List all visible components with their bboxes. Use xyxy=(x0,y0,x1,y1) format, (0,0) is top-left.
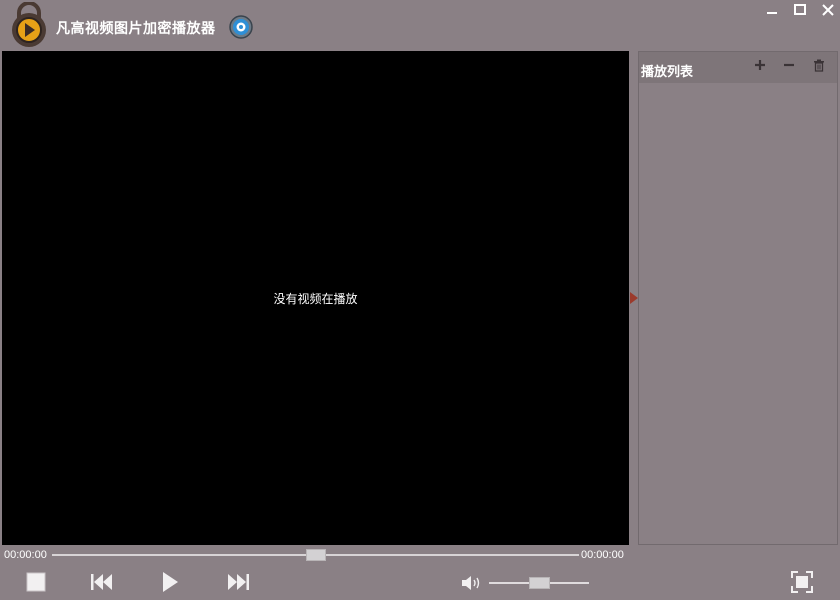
minimize-icon xyxy=(767,12,777,14)
lock-play-logo-icon xyxy=(12,1,46,47)
video-status-text: 没有视频在播放 xyxy=(273,292,358,306)
app-logo xyxy=(8,1,50,48)
fullscreen-button[interactable] xyxy=(791,571,813,593)
remove-from-playlist-button[interactable] xyxy=(780,56,798,74)
minus-icon xyxy=(784,63,794,67)
app-title: 凡高视频图片加密播放器 xyxy=(56,20,216,36)
close-icon xyxy=(822,4,834,16)
skip-forward-icon xyxy=(228,574,249,590)
close-button[interactable] xyxy=(814,0,840,20)
play-button[interactable] xyxy=(160,571,180,593)
plus-icon xyxy=(755,60,765,70)
current-time: 00:00:00 xyxy=(4,549,47,561)
maximize-button[interactable] xyxy=(786,0,814,20)
fullscreen-icon xyxy=(791,571,813,593)
clear-playlist-button[interactable] xyxy=(810,56,828,74)
playlist-title: 播放列表 xyxy=(641,64,694,79)
playlist-header: 播放列表 xyxy=(639,52,837,83)
playlist-list[interactable] xyxy=(639,83,837,544)
trash-icon xyxy=(814,59,824,72)
stop-icon xyxy=(26,572,46,592)
playlist-panel: 播放列表 xyxy=(638,51,838,545)
gear-icon xyxy=(229,15,253,39)
volume-handle[interactable] xyxy=(528,577,550,589)
progress-handle[interactable] xyxy=(305,549,326,561)
speaker-icon xyxy=(462,576,480,590)
skip-back-icon xyxy=(91,574,112,590)
play-icon xyxy=(163,572,178,592)
next-button[interactable] xyxy=(225,572,251,592)
minimize-button[interactable] xyxy=(758,0,786,20)
video-display[interactable]: 没有视频在播放 xyxy=(2,51,629,545)
stop-button[interactable] xyxy=(26,572,46,592)
previous-button[interactable] xyxy=(89,572,115,592)
add-to-playlist-button[interactable] xyxy=(751,56,769,74)
volume-button[interactable] xyxy=(460,574,482,592)
total-time: 00:00:00 xyxy=(581,549,624,561)
settings-button[interactable] xyxy=(228,14,254,40)
maximize-icon xyxy=(794,4,806,15)
